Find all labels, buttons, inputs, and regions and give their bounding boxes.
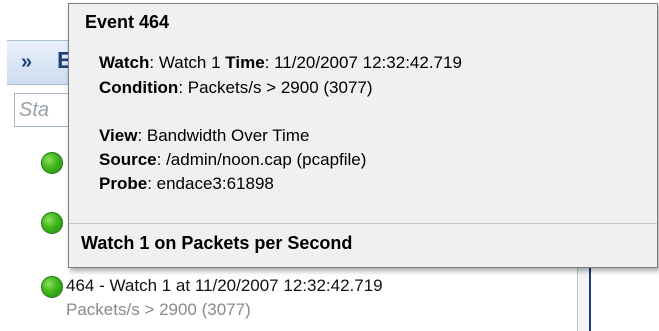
expand-chevron-icon[interactable]: » xyxy=(21,51,32,74)
tooltip-footer: Watch 1 on Packets per Second xyxy=(81,233,353,253)
tooltip-title: Event 464 xyxy=(85,12,170,32)
event-list-item-condition: Packets/s > 2900 (3077) xyxy=(66,300,251,319)
condition-label: Condition xyxy=(99,78,179,97)
tooltip-condition-row: Condition: Packets/s > 2900 (3077) xyxy=(99,78,373,98)
watch-label: Watch xyxy=(99,53,150,72)
status-green-icon xyxy=(41,212,63,234)
status-green-icon xyxy=(41,152,63,174)
tooltip-source-row: Source: /admin/noon.cap (pcapfile) xyxy=(99,150,366,170)
watch-value: : Watch 1 xyxy=(149,53,226,72)
tooltip-probe-row: Probe: endace3:61898 xyxy=(99,174,274,194)
tooltip-watch-row: Watch: Watch 1 Time: 11/20/2007 12:32:42… xyxy=(99,53,462,73)
view-value: : Bandwidth Over Time xyxy=(137,126,310,145)
tooltip-divider xyxy=(69,223,657,224)
condition-value: : Packets/s > 2900 (3077) xyxy=(178,78,373,97)
source-value: : /admin/noon.cap (pcapfile) xyxy=(156,150,367,169)
source-label: Source xyxy=(99,150,157,169)
probe-value: : endace3:61898 xyxy=(147,174,274,193)
view-label: View xyxy=(99,126,138,145)
time-value: : 11/20/2007 12:32:42.719 xyxy=(264,53,462,72)
probe-label: Probe xyxy=(99,174,148,193)
event-tooltip: Event 464 Watch: Watch 1 Time: 11/20/200… xyxy=(68,3,658,268)
status-green-icon xyxy=(41,276,63,298)
time-label: Time xyxy=(225,53,265,72)
tooltip-view-row: View: Bandwidth Over Time xyxy=(99,126,309,146)
event-list-item-title[interactable]: 464 - Watch 1 at 11/20/2007 12:32:42.719 xyxy=(66,276,383,296)
